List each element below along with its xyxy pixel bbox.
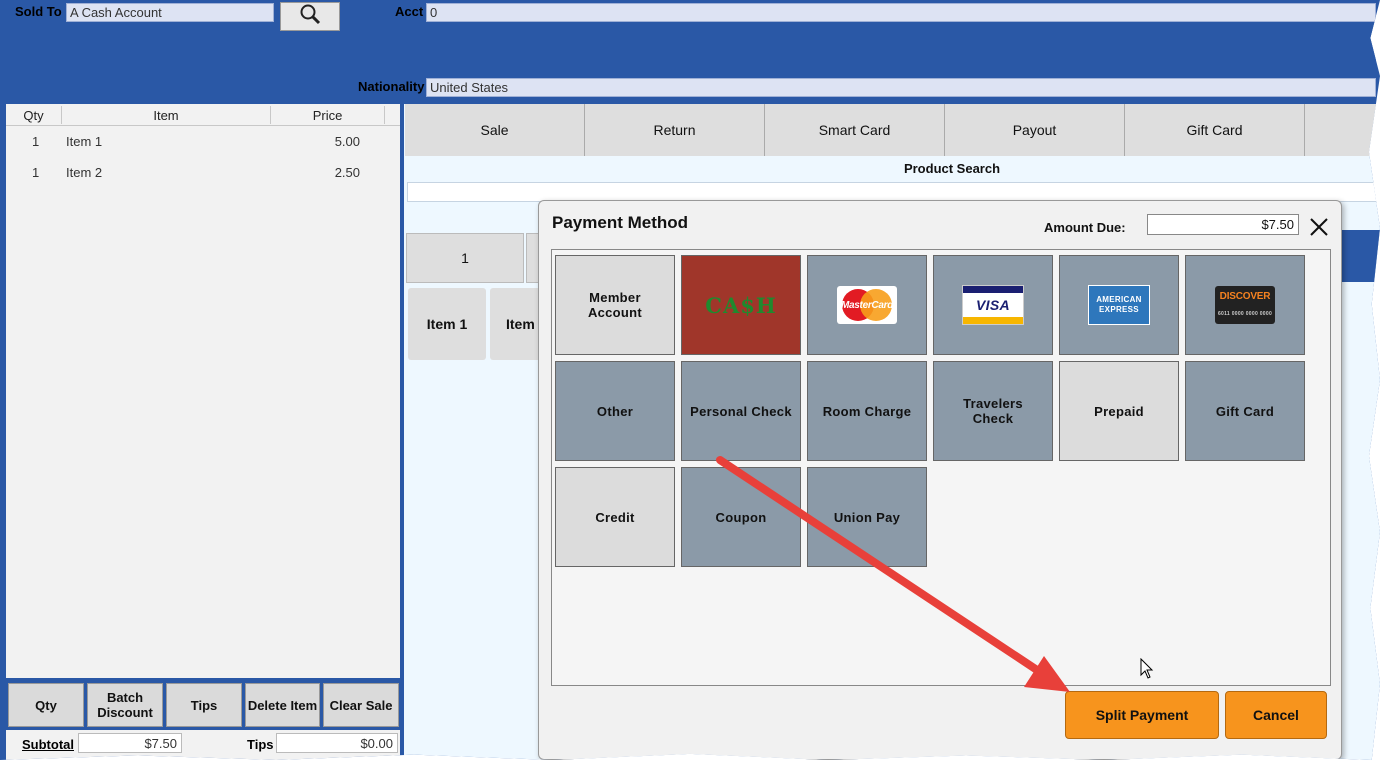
annotation-arrow <box>716 456 1070 692</box>
pos-window: Sold To A Cash Account Acct 0 Nationalit… <box>0 0 1380 760</box>
mouse-cursor-icon <box>1140 658 1154 679</box>
